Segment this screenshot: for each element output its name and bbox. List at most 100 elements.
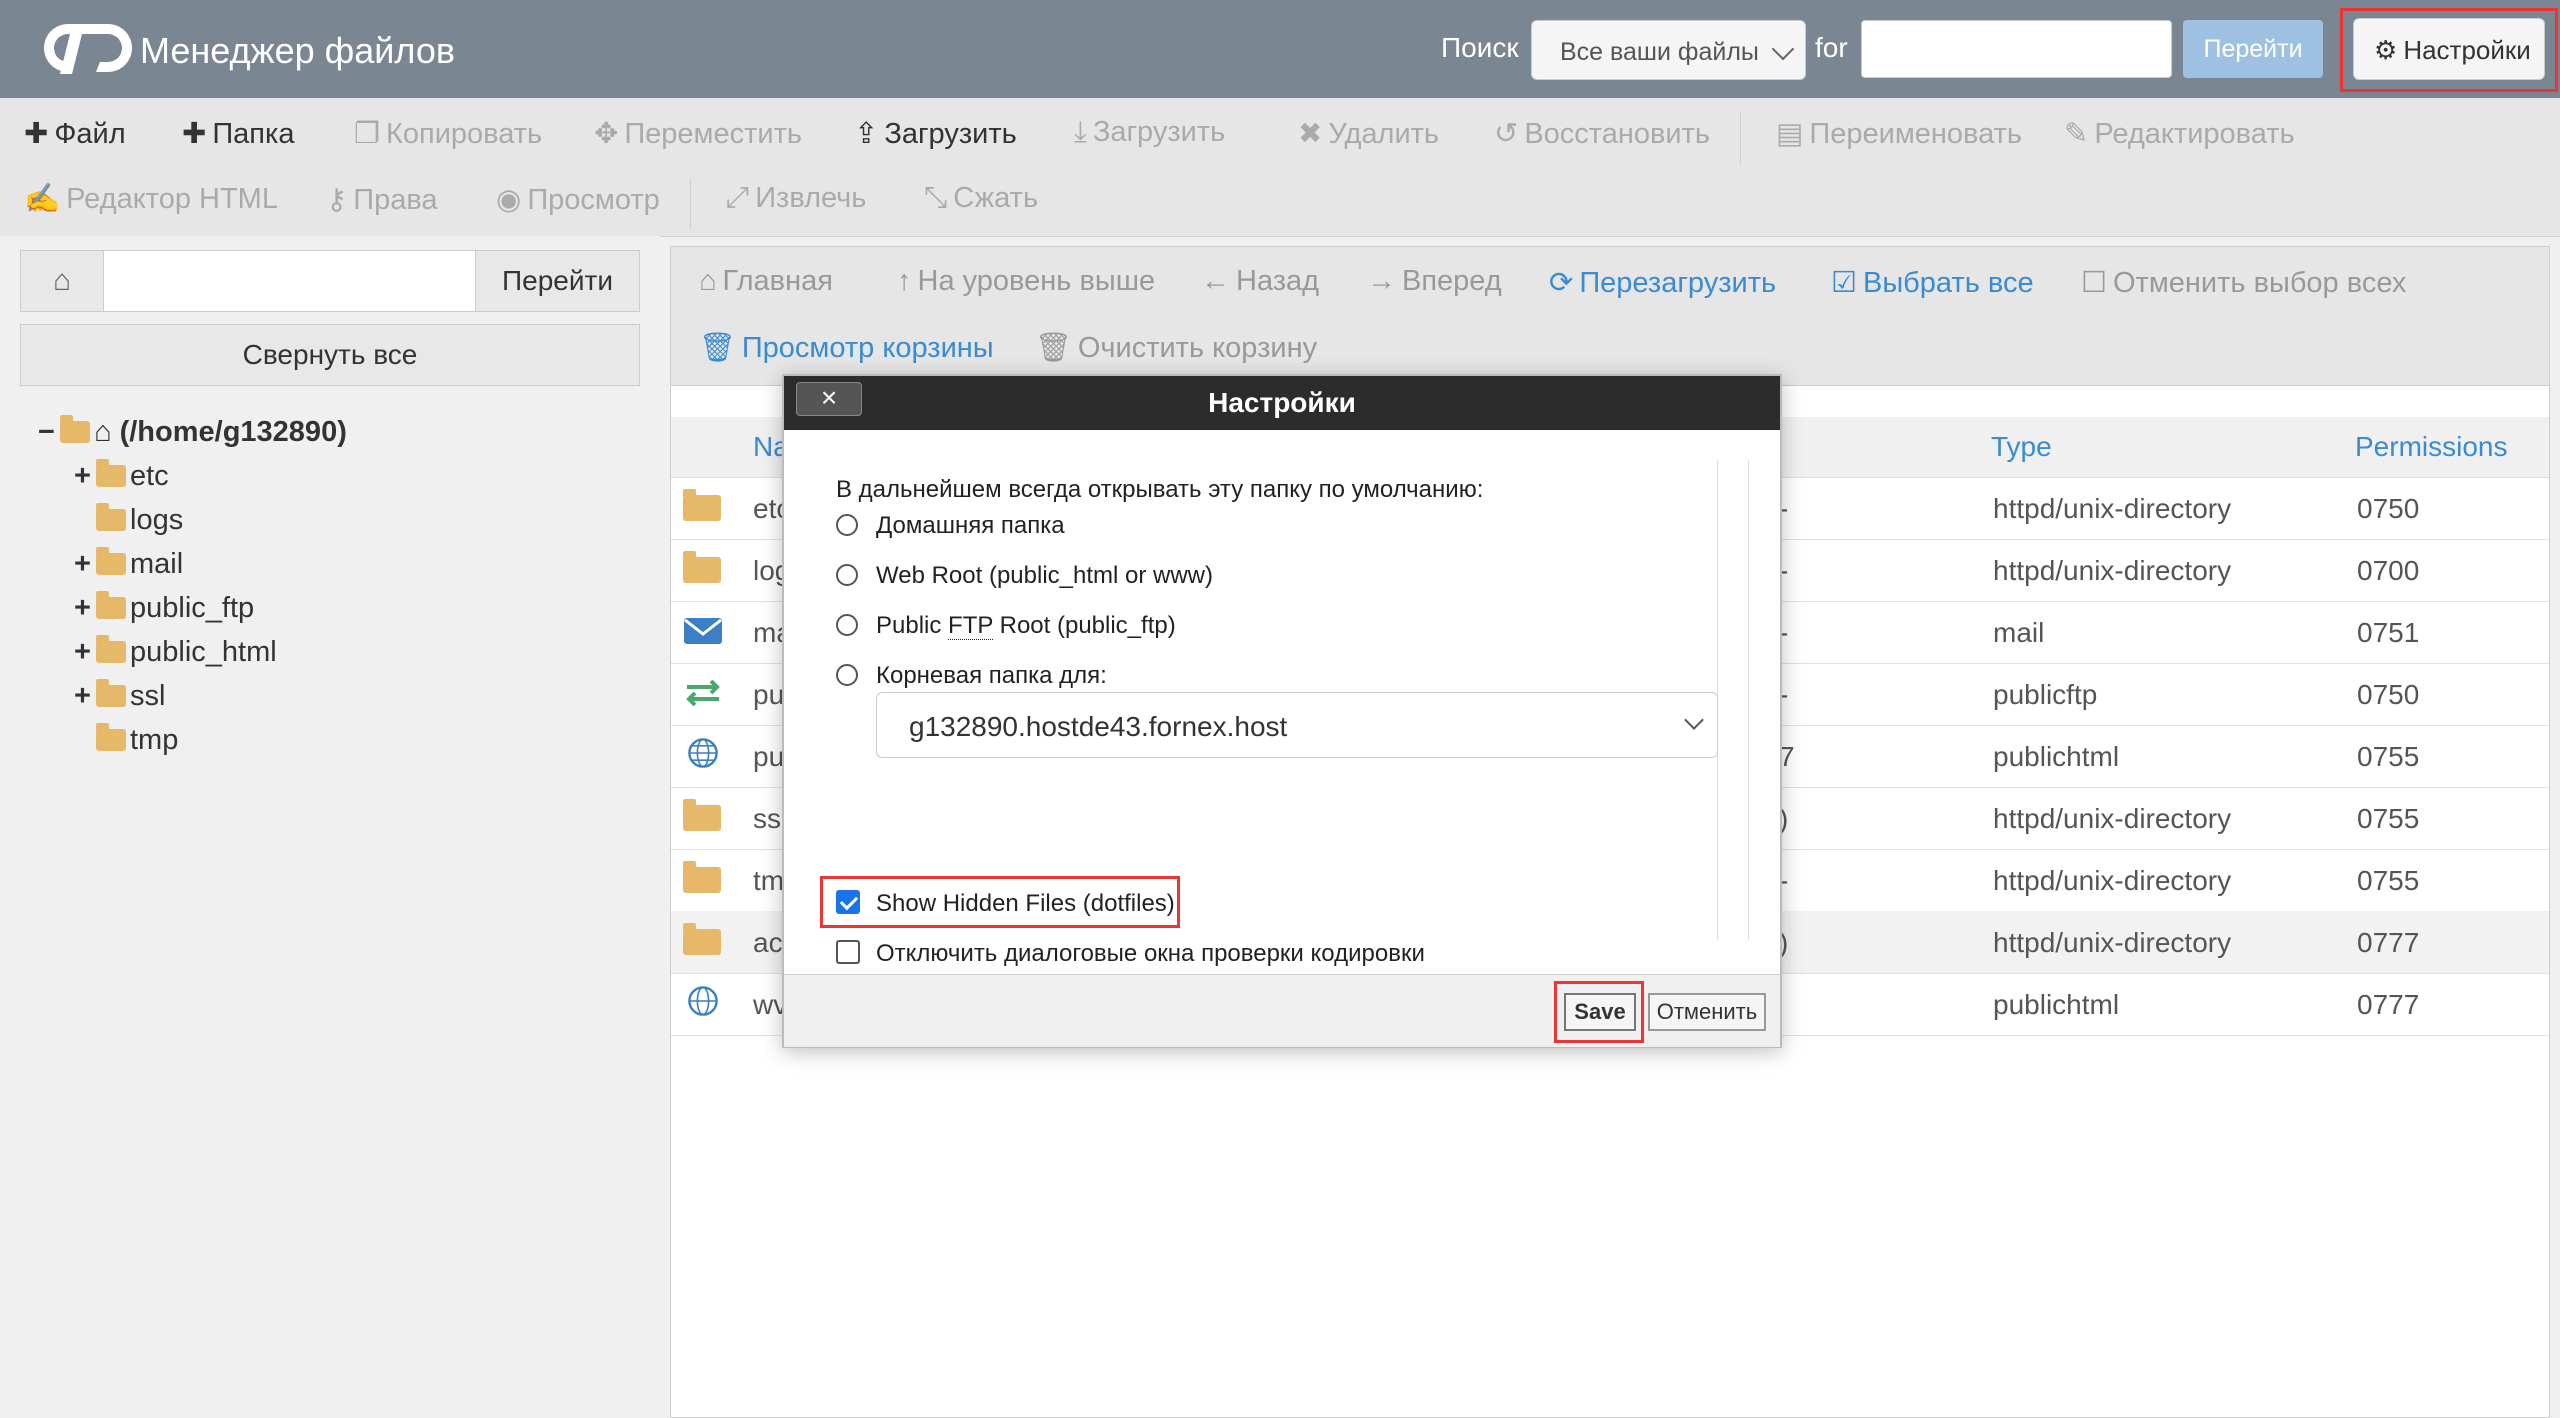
toolbar-new-file[interactable]: ✚ Файл <box>24 116 126 151</box>
nav-up[interactable]: ↑ На уровень выше <box>897 265 1155 298</box>
home-icon: ⌂ <box>699 265 717 297</box>
row-type: httpd/unix-directory <box>1993 493 2232 524</box>
folder-link-icon <box>683 923 721 955</box>
dialog-scrollbar[interactable] <box>1717 460 1749 940</box>
nav-back[interactable]: ← Назад <box>1201 265 1319 298</box>
nav-label: Вперед <box>1402 265 1502 297</box>
collapse-icon: − <box>38 416 55 448</box>
search-scope-select[interactable]: Все ваши файлы <box>1531 20 1806 80</box>
tree-root[interactable]: − ⌂ (/home/g132890) <box>38 415 347 449</box>
mail-icon <box>684 618 722 644</box>
toolbar-compress[interactable]: ⤡ Сжать <box>924 182 1038 215</box>
home-icon: ⌂ <box>52 264 72 297</box>
nav-label: Перезагрузить <box>1579 267 1777 299</box>
row-name: ac <box>753 927 783 958</box>
column-permissions-header[interactable]: Permissions <box>2355 417 2507 477</box>
nav-label: На уровень выше <box>917 265 1156 297</box>
nav-select-all[interactable]: ☑ Выбрать все <box>1831 265 2034 300</box>
column-type-header[interactable]: Type <box>1991 417 2052 477</box>
ftp-label-pre: Public <box>876 612 949 639</box>
row-type: httpd/unix-directory <box>1993 927 2232 958</box>
dialog-close-button[interactable]: × <box>796 382 862 416</box>
tree-item-public-html[interactable]: + public_html <box>74 635 277 669</box>
radio-home-folder[interactable] <box>836 514 858 536</box>
toolbar-label: Переименовать <box>1809 118 2023 150</box>
exchange-icon <box>686 679 720 707</box>
toolbar-upload[interactable]: ⇪ Загрузить <box>854 116 1017 151</box>
nav-home[interactable]: ⌂ Главная <box>699 265 833 298</box>
restore-icon: ↺ <box>1494 118 1519 150</box>
radio-ftp-root[interactable] <box>836 614 858 636</box>
toolbar-restore[interactable]: ↺ Восстановить <box>1494 116 1710 151</box>
row-permissions: 0777 <box>2357 927 2420 958</box>
toolbar-label: Удалить <box>1328 118 1440 150</box>
download-icon: ⤓ <box>1074 116 1087 148</box>
disable-encoding-checkbox[interactable] <box>836 940 860 964</box>
path-go-button[interactable]: Перейти <box>475 250 640 312</box>
tree-item-mail[interactable]: + mail <box>74 547 183 581</box>
folder-icon <box>96 503 126 531</box>
toolbar-label: Переместить <box>624 118 802 150</box>
folder-icon <box>683 861 721 893</box>
expand-icon: + <box>74 592 91 624</box>
toolbar-label: Просмотр <box>527 184 660 216</box>
save-highlight <box>1554 981 1644 1043</box>
folder-icon <box>96 635 126 663</box>
row-permissions: 0700 <box>2357 555 2420 586</box>
folder-icon <box>96 723 126 751</box>
toolbar-edit[interactable]: ✎ Редактировать <box>2064 116 2295 151</box>
nav-empty-trash[interactable]: 🗑 Очистить корзину <box>1035 331 1317 365</box>
nav-label: Отменить выбор всех <box>2113 267 2407 299</box>
toolbar-view[interactable]: ◉ Просмотр <box>496 182 660 217</box>
tree-item-label: etc <box>130 460 169 492</box>
toolbar-rename[interactable]: ▤ Переименовать <box>1776 116 2022 151</box>
settings-highlight <box>2340 8 2558 92</box>
radio-domain-root-label: Корневая папка для: <box>876 662 1107 689</box>
toolbar-download[interactable]: ⤓ Загрузить <box>1074 116 1225 149</box>
tree-item-label: public_html <box>130 636 277 668</box>
row-name: ss <box>753 803 781 834</box>
row-type: httpd/unix-directory <box>1993 555 2232 586</box>
trash-icon: 🗑 <box>699 332 736 364</box>
tree-item-logs[interactable]: logs <box>74 503 183 537</box>
toolbar-extract[interactable]: ⤢ Извлечь <box>726 182 866 215</box>
cancel-button[interactable]: Отменить <box>1648 993 1766 1031</box>
toolbar-new-folder[interactable]: ✚ Папка <box>182 116 294 151</box>
plus-icon: ✚ <box>24 118 49 150</box>
toolbar-label: Копировать <box>386 118 543 150</box>
nav-label: Главная <box>722 265 833 297</box>
toolbar-html-editor[interactable]: ✍ Редактор HTML <box>24 182 278 216</box>
nav-view-trash[interactable]: 🗑 Просмотр корзины <box>699 331 994 365</box>
radio-web-root[interactable] <box>836 564 858 586</box>
row-permissions: 0751 <box>2357 617 2420 648</box>
checkbox-checked-icon: ☑ <box>1831 267 1857 299</box>
tree-item-ssl[interactable]: + ssl <box>74 679 165 713</box>
radio-web-root-label: Web Root (public_html or www) <box>876 562 1213 589</box>
arrow-right-icon: → <box>1367 265 1396 297</box>
toolbar-permissions[interactable]: ⚷ Права <box>326 182 438 217</box>
toolbar-copy[interactable]: ❐ Копировать <box>354 116 542 151</box>
nav-reload[interactable]: ⟳ Перезагрузить <box>1549 265 1776 300</box>
toolbar-label: Извлечь <box>755 182 867 214</box>
nav-forward[interactable]: → Вперед <box>1367 265 1502 298</box>
tree-root-label: (/home/g132890) <box>119 416 347 448</box>
expand-icon: + <box>74 460 91 492</box>
toolbar-move[interactable]: ✥ Переместить <box>594 116 802 151</box>
toolbar-label: Сжать <box>953 182 1039 214</box>
copy-icon: ❐ <box>354 118 380 150</box>
search-input[interactable] <box>1861 20 2172 78</box>
domain-select[interactable]: g132890.hostde43.fornex.host <box>876 692 1718 758</box>
tree-item-public-ftp[interactable]: + public_ftp <box>74 591 254 625</box>
collapse-all-button[interactable]: Свернуть все <box>20 324 640 386</box>
toolbar-delete[interactable]: ✖ Удалить <box>1298 116 1439 151</box>
default-folder-intro: В дальнейшем всегда открывать эту папку … <box>836 476 1484 503</box>
search-go-button[interactable]: Перейти <box>2183 20 2323 78</box>
home-button[interactable]: ⌂ <box>20 250 104 312</box>
row-name: pu <box>753 679 785 710</box>
path-input[interactable] <box>103 250 476 312</box>
radio-domain-root[interactable] <box>836 664 858 686</box>
folder-icon <box>683 489 721 521</box>
tree-item-tmp[interactable]: tmp <box>74 723 178 757</box>
tree-item-etc[interactable]: + etc <box>74 459 169 493</box>
nav-deselect-all[interactable]: ☐ Отменить выбор всех <box>2081 265 2406 300</box>
